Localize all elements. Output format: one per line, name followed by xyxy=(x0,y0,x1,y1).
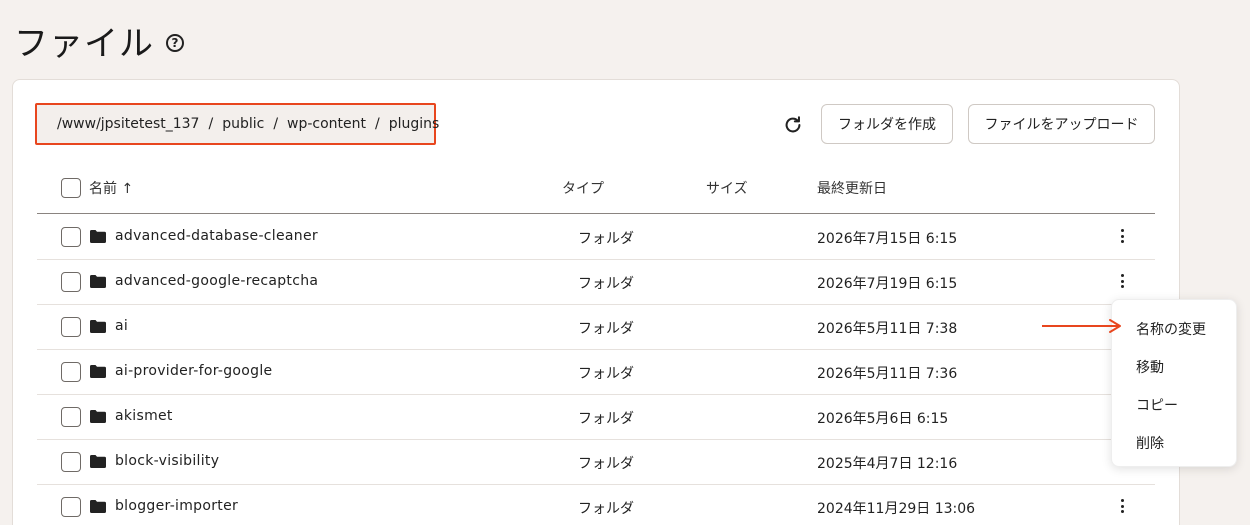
breadcrumb-separator: / xyxy=(208,116,214,132)
refresh-icon[interactable] xyxy=(782,114,804,136)
file-modified: 2026年5月6日 6:15 xyxy=(817,411,949,427)
file-name[interactable]: ai xyxy=(115,318,128,334)
page-header: ファイル ? xyxy=(14,16,184,65)
file-name[interactable]: akismet xyxy=(115,408,173,424)
folder-icon xyxy=(90,365,106,378)
table-header: 名前 ↑ タイプ サイズ 最終更新日 xyxy=(37,168,1155,214)
file-modified: 2024年11月29日 13:06 xyxy=(817,501,976,517)
breadcrumb-segment-wp-content[interactable]: wp-content xyxy=(287,116,366,132)
row-checkbox[interactable] xyxy=(61,227,81,247)
context-menu: 名称の変更 移動 コピー 削除 xyxy=(1111,299,1237,467)
more-vertical-icon[interactable] xyxy=(1115,270,1129,292)
breadcrumb-segment-public[interactable]: public xyxy=(222,116,264,132)
row-checkbox[interactable] xyxy=(61,317,81,337)
row-checkbox[interactable] xyxy=(61,362,81,382)
file-modified: 2026年7月19日 6:15 xyxy=(817,276,958,292)
file-type: フォルダ xyxy=(578,501,634,517)
file-name[interactable]: blogger-importer xyxy=(115,498,238,514)
table-row[interactable]: ai フォルダ 2026年5月11日 7:38 xyxy=(37,305,1155,350)
annotation-arrow-icon xyxy=(1042,319,1121,333)
folder-icon xyxy=(90,455,106,468)
row-checkbox[interactable] xyxy=(61,272,81,292)
row-checkbox[interactable] xyxy=(61,497,81,517)
file-modified: 2026年5月11日 7:38 xyxy=(817,321,958,337)
breadcrumb: /www/jpsitetest_137 / public / wp-conten… xyxy=(35,103,439,145)
folder-icon xyxy=(90,320,106,333)
folder-icon xyxy=(90,230,106,243)
file-modified: 2026年7月15日 6:15 xyxy=(817,231,958,247)
file-name[interactable]: advanced-database-cleaner xyxy=(115,228,318,244)
menu-item-delete[interactable]: 削除 xyxy=(1136,433,1164,453)
file-type: フォルダ xyxy=(578,411,634,427)
row-checkbox[interactable] xyxy=(61,407,81,427)
more-vertical-icon[interactable] xyxy=(1115,495,1129,517)
upload-file-button[interactable]: ファイルをアップロード xyxy=(968,104,1155,144)
column-header-type[interactable]: タイプ xyxy=(562,178,604,198)
file-name[interactable]: ai-provider-for-google xyxy=(115,363,272,379)
more-vertical-icon[interactable] xyxy=(1115,225,1129,247)
file-name[interactable]: advanced-google-recaptcha xyxy=(115,273,318,289)
table-row[interactable]: advanced-database-cleaner フォルダ 2026年7月15… xyxy=(37,215,1155,260)
breadcrumb-separator: / xyxy=(375,116,380,132)
file-modified: 2026年5月11日 7:36 xyxy=(817,366,958,382)
menu-item-rename[interactable]: 名称の変更 xyxy=(1136,319,1206,339)
menu-item-copy[interactable]: コピー xyxy=(1136,395,1178,415)
table-row[interactable]: akismet フォルダ 2026年5月6日 6:15 xyxy=(37,395,1155,440)
file-type: フォルダ xyxy=(578,456,634,472)
menu-item-move[interactable]: 移動 xyxy=(1136,357,1164,377)
breadcrumb-segment-www[interactable]: /www/jpsitetest_137 xyxy=(57,116,199,132)
help-circle-icon[interactable]: ? xyxy=(166,33,184,52)
file-type: フォルダ xyxy=(578,231,634,247)
breadcrumb-separator: / xyxy=(273,116,279,132)
table-row[interactable]: advanced-google-recaptcha フォルダ 2026年7月19… xyxy=(37,260,1155,305)
file-type: フォルダ xyxy=(578,321,634,337)
table-row[interactable]: blogger-importer フォルダ 2024年11月29日 13:06 xyxy=(37,485,1155,525)
column-header-modified[interactable]: 最終更新日 xyxy=(817,178,887,198)
column-header-size[interactable]: サイズ xyxy=(706,178,748,198)
breadcrumb-segment-plugins[interactable]: plugins xyxy=(389,116,440,132)
select-all-checkbox[interactable] xyxy=(61,178,81,198)
file-type: フォルダ xyxy=(578,276,634,292)
create-folder-button[interactable]: フォルダを作成 xyxy=(821,104,953,144)
row-checkbox[interactable] xyxy=(61,452,81,472)
folder-icon xyxy=(90,410,106,423)
table-row[interactable]: block-visibility フォルダ 2025年4月7日 12:16 xyxy=(37,440,1155,485)
file-name[interactable]: block-visibility xyxy=(115,453,219,469)
folder-icon xyxy=(90,500,106,513)
file-type: フォルダ xyxy=(578,366,634,382)
table-row[interactable]: ai-provider-for-google フォルダ 2026年5月11日 7… xyxy=(37,350,1155,395)
file-modified: 2025年4月7日 12:16 xyxy=(817,456,958,472)
folder-icon xyxy=(90,275,106,288)
column-header-name[interactable]: 名前 ↑ xyxy=(89,178,133,198)
page-title: ファイル xyxy=(14,24,154,64)
